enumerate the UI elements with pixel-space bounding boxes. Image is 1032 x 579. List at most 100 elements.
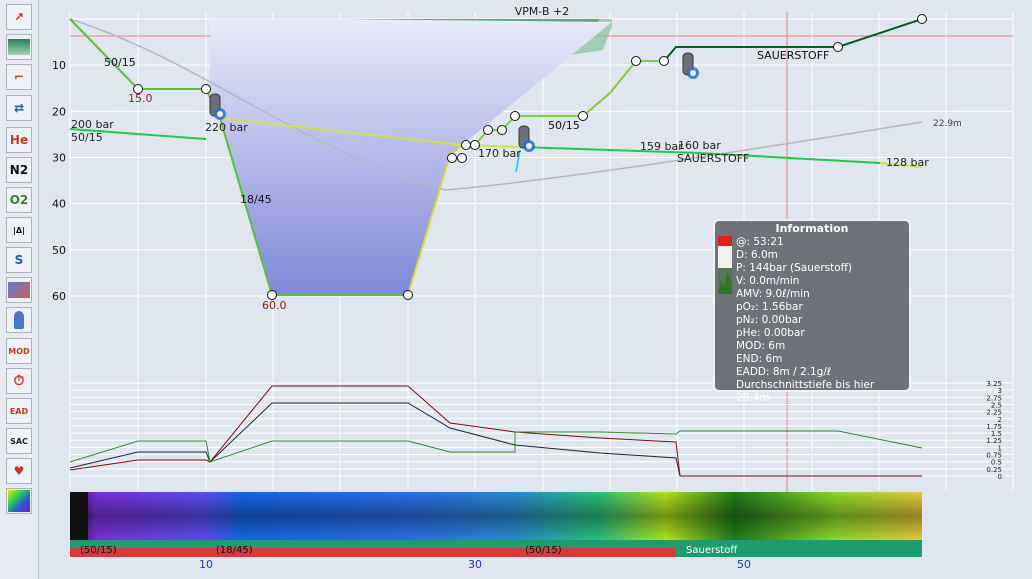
oxygen-icon: O2 (9, 193, 29, 207)
helium-icon: He (9, 133, 29, 147)
waypoint-marker[interactable] (510, 111, 520, 121)
depth-tick: 60 (52, 290, 66, 303)
nitrogen-icon: N2 (9, 163, 29, 177)
waypoint-marker[interactable] (457, 153, 467, 163)
gas-label: 50/15 (104, 56, 136, 69)
depth-tick: 30 (52, 152, 66, 165)
diver-button[interactable] (6, 307, 32, 333)
ppo2-scale-label: 0 (998, 473, 1002, 481)
timed-ascent-icon: ⏱ (13, 373, 25, 389)
gas-label: 50/15 (71, 131, 103, 144)
info-row: P: 144bar (Sauerstoff) (736, 262, 852, 274)
step-profile-icon: ⌐ (13, 70, 25, 84)
gas-bar-label: (50/15) (525, 545, 562, 556)
waypoint-marker[interactable] (497, 125, 507, 135)
depth-tick: 20 (52, 105, 66, 118)
s-curve-button[interactable]: S (6, 247, 32, 273)
pressure-label: 170 bar (478, 147, 521, 160)
toolbar: ↗ ⌐ ⇄ He N2 O2 |Δ| S MOD ⏱ EAD SAC ♥ (0, 0, 39, 579)
gas-label: 18/45 (240, 193, 272, 206)
waypoint-marker[interactable] (483, 125, 493, 135)
gas-label: SAUERSTOFF (757, 49, 829, 62)
waypoint-marker[interactable] (917, 14, 927, 24)
mod-button[interactable]: MOD (6, 338, 32, 364)
waypoint-marker[interactable] (447, 153, 457, 163)
time-tick: 50 (737, 558, 751, 571)
info-row: @: 53:21 (736, 236, 784, 248)
max-depth-label: 60.0 (262, 299, 287, 312)
gas-bar: (50/15) (18/45) (50/15) Sauerstoff (70, 540, 922, 557)
map-icon (8, 282, 30, 298)
delta-button[interactable]: |Δ| (6, 217, 32, 243)
tissue-heatmap (70, 492, 922, 540)
ascent-icon: ↗ (13, 10, 25, 24)
gas-label: SAUERSTOFF (677, 152, 749, 165)
time-axis: 10 30 50 (199, 558, 751, 571)
oxygen-button[interactable]: O2 (6, 187, 32, 213)
depth-tick: 10 (52, 59, 66, 72)
info-row: AMV: 9.0ℓ/min (736, 288, 810, 300)
ead-button[interactable]: EAD (6, 398, 32, 424)
info-row: pO₂: 1.56bar (736, 301, 803, 313)
gas-change-icon: ⇄ (13, 101, 25, 115)
heart-rate-button[interactable]: ♥ (6, 458, 32, 484)
heatmap-button[interactable] (6, 488, 32, 514)
info-row: MOD: 6m (736, 340, 786, 352)
ead-icon: EAD (9, 406, 29, 416)
heatmap-icon (8, 490, 30, 512)
info-row: EADD: 8m / 2.1g/ℓ (736, 366, 832, 378)
waypoint-marker[interactable] (833, 42, 843, 52)
decompression-model-label: VPM-B +2 (515, 5, 569, 18)
delta-icon: |Δ| (12, 225, 26, 235)
info-row: pN₂: 0.00bar (736, 314, 803, 326)
heatmap-start (70, 492, 88, 540)
waypoint-marker[interactable] (201, 84, 211, 94)
gas-switch-icon (682, 52, 699, 79)
pressure-label: 160 bar (678, 139, 721, 152)
ppo2-curve-o2 (69, 430, 923, 463)
info-row: D: 6.0m (736, 249, 778, 261)
sac-button[interactable]: SAC (6, 428, 32, 454)
gas-bar-label: (50/15) (80, 545, 117, 556)
waypoint-marker[interactable] (461, 140, 471, 150)
pressure-label: 220 bar (205, 121, 248, 134)
waypoint-marker[interactable] (659, 56, 669, 66)
ppo2-curve-total (69, 402, 922, 477)
info-row: pHe: 0.00bar (736, 327, 805, 339)
step-profile-button[interactable]: ⌐ (6, 64, 32, 90)
depth-tick: 40 (52, 198, 66, 211)
sac-icon: SAC (10, 436, 28, 446)
information-rows: @: 53:21 D: 6.0m P: 144bar (Sauerstoff) V: … (736, 236, 909, 405)
info-row: Durchschnittstiefe bis hier 26.4m (736, 379, 875, 404)
time-tick: 10 (199, 558, 213, 571)
refresh-arrow-hole (217, 111, 223, 117)
waypoint-marker[interactable] (631, 56, 641, 66)
map-button[interactable] (6, 277, 32, 303)
average-depth-label: 22.9m (933, 119, 962, 129)
profile-view-button[interactable] (6, 34, 32, 60)
refresh-arrow-hole (690, 70, 696, 76)
time-tick: 30 (468, 558, 482, 571)
ascent-button[interactable]: ↗ (6, 4, 32, 30)
mod-icon: MOD (8, 346, 30, 356)
heatmap-shade (70, 492, 922, 540)
nitrogen-button[interactable]: N2 (6, 157, 32, 183)
depth-tick: 50 (52, 244, 66, 257)
info-row: END: 6m (736, 353, 783, 365)
heart-rate-icon: ♥ (13, 464, 25, 478)
pressure-label: 200 bar (71, 118, 114, 131)
gas-change-button[interactable]: ⇄ (6, 95, 32, 121)
information-title: Information (775, 222, 849, 235)
info-row: V: 0.0m/min (736, 275, 800, 287)
gas-bar-label: (18/45) (216, 545, 253, 556)
stop-depth-label: 15.0 (128, 92, 153, 105)
timed-ascent-button[interactable]: ⏱ (6, 368, 32, 394)
gas-label: 50/15 (548, 119, 580, 132)
diver-icon (14, 311, 24, 329)
waypoint-marker[interactable] (578, 111, 588, 121)
waypoint-marker[interactable] (403, 290, 413, 300)
gas-bar-label: Sauerstoff (686, 545, 738, 556)
helium-button[interactable]: He (6, 127, 32, 153)
information-panel: Information @: 53:21 D: 6.0m P: 144bar (Sa… (713, 219, 911, 404)
refresh-arrow-hole (526, 143, 532, 149)
